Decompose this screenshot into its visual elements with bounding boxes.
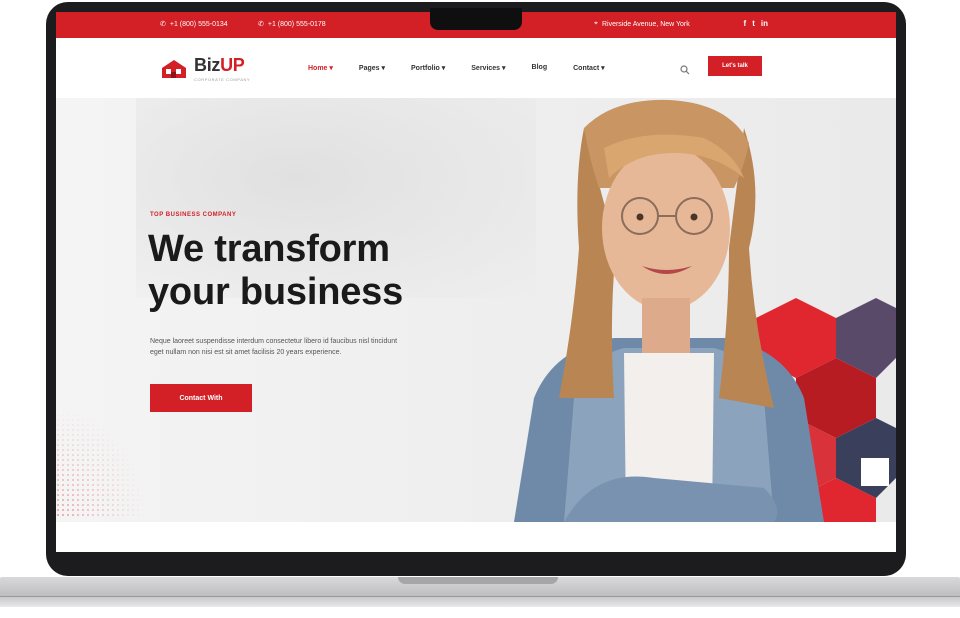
hero-headline: We transform your business [148,228,403,314]
nav-item-pages[interactable]: Pages ▾ [359,64,385,72]
phone-contact-2[interactable]: ✆ +1 (800) 555-0178 [258,20,326,29]
nav-item-blog[interactable]: Blog [532,64,548,72]
nav-item-contact[interactable]: Contact ▾ [573,64,605,72]
logo-name-main: Biz [194,55,221,75]
address-info: ⌖ Riverside Avenue, New York [594,20,690,28]
location-icon: ⌖ [594,20,598,27]
search-icon [680,65,690,75]
lets-talk-button[interactable]: Let's talk [708,56,762,76]
camera-notch [430,8,522,30]
main-navbar: BizUP CORPORATE COMPANY Home ▾ Pages ▾ P… [56,38,896,98]
decorative-dots [56,408,146,518]
phone-icon: ✆ [258,21,264,28]
search-button[interactable] [680,62,690,80]
social-links: f t in [744,19,768,28]
logo-name-accent: UP [220,55,245,75]
trackpad-notch [398,577,558,584]
twitter-icon[interactable]: t [752,19,755,28]
screen-bottom-strip [56,522,896,552]
phone-icon: ✆ [160,21,166,28]
laptop-base [0,577,960,597]
address-text: Riverside Avenue, New York [601,20,690,28]
hero-description: Neque laoreet suspendisse interdum conse… [150,338,398,356]
phone-contact-1[interactable]: ✆ +1 (800) 555-0134 [160,20,228,29]
headline-line-2: your business [148,271,404,313]
headline-line-1: We transform [148,228,390,270]
phone-2-text: +1 (800) 555-0178 [267,20,326,28]
site-logo[interactable]: BizUP CORPORATE COMPANY [160,55,250,82]
logo-house-icon [162,59,186,78]
nav-item-services[interactable]: Services ▾ [471,64,505,72]
nav-menu: Home ▾ Pages ▾ Portfolio ▾ Services ▾ Bl… [308,64,605,72]
phone-1-text: +1 (800) 555-0134 [169,20,228,28]
laptop-shadow [0,597,960,607]
linkedin-icon[interactable]: in [761,19,768,28]
nav-item-portfolio[interactable]: Portfolio ▾ [411,64,445,72]
logo-tagline: CORPORATE COMPANY [194,77,251,82]
hero-eyebrow: TOP BUSINESS COMPANY [150,212,237,218]
hero-section: TOP BUSINESS COMPANY We transform your b… [56,98,896,522]
contact-with-button[interactable]: Contact With [150,384,252,412]
hero-woman-photo [514,99,824,522]
nav-item-home[interactable]: Home ▾ [308,64,333,72]
facebook-icon[interactable]: f [744,19,747,28]
website-screen: ✆ +1 (800) 555-0134 ✆ +1 (800) 555-0178 … [56,12,896,552]
